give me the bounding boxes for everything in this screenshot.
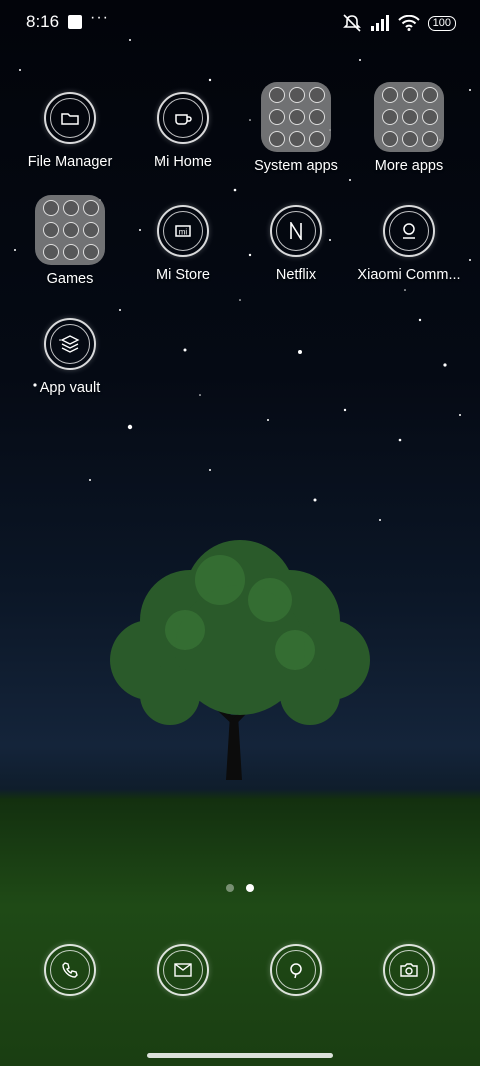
- tree-wallpaper: [110, 540, 370, 780]
- dock-browser[interactable]: [266, 944, 326, 996]
- dock-messages[interactable]: [153, 944, 213, 996]
- browser-icon: [270, 944, 322, 996]
- more-notifications-icon: ···: [90, 9, 109, 26]
- store-icon: mi: [157, 205, 209, 257]
- phone-icon: [44, 944, 96, 996]
- app-label: App vault: [39, 380, 101, 396]
- app-label: Netflix: [275, 267, 317, 283]
- app-label: System apps: [254, 158, 338, 174]
- page-dot[interactable]: [226, 884, 234, 892]
- dock-phone[interactable]: [40, 944, 100, 996]
- page-dot-active[interactable]: [246, 884, 254, 892]
- gesture-navigation-bar[interactable]: [147, 1053, 333, 1058]
- dock-camera[interactable]: [379, 944, 439, 996]
- folder-icon: [35, 195, 105, 265]
- app-netflix[interactable]: Netflix: [241, 205, 351, 283]
- community-icon: [383, 205, 435, 257]
- messages-icon: [157, 944, 209, 996]
- folder-manager-icon: [44, 92, 96, 144]
- layers-icon: [44, 318, 96, 370]
- app-app-vault[interactable]: App vault: [15, 318, 125, 396]
- app-label: File Manager: [27, 154, 113, 170]
- wifi-icon: [397, 15, 420, 31]
- app-label: Mi Store: [156, 267, 210, 283]
- folder-more-apps[interactable]: More apps: [354, 82, 464, 174]
- camera-icon: [383, 944, 435, 996]
- app-label: Games: [46, 271, 94, 287]
- notification-square-icon: [68, 15, 82, 29]
- app-label: More apps: [374, 158, 444, 174]
- silent-mode-icon: [342, 14, 361, 32]
- battery-level: 100: [427, 15, 456, 31]
- folder-icon: [261, 82, 331, 152]
- app-mi-home[interactable]: Mi Home: [128, 92, 238, 170]
- folder-system-apps[interactable]: System apps: [241, 82, 351, 174]
- folder-games[interactable]: Games: [15, 195, 125, 287]
- app-mi-store[interactable]: mi Mi Store: [128, 205, 238, 283]
- app-file-manager[interactable]: File Manager: [15, 92, 125, 170]
- status-bar: 8:16 ··· 100: [0, 0, 480, 46]
- signal-icon: [370, 15, 389, 31]
- cup-icon: [157, 92, 209, 144]
- dock: [0, 944, 480, 998]
- folder-icon: [374, 82, 444, 152]
- status-time: 8:16: [26, 12, 60, 31]
- app-label: Mi Home: [153, 154, 212, 170]
- page-indicator: [0, 884, 480, 892]
- app-label: Xiaomi Comm...: [357, 267, 461, 283]
- app-xiaomi-community[interactable]: Xiaomi Comm...: [354, 205, 464, 283]
- svg-text:mi: mi: [179, 228, 188, 237]
- netflix-icon: [270, 205, 322, 257]
